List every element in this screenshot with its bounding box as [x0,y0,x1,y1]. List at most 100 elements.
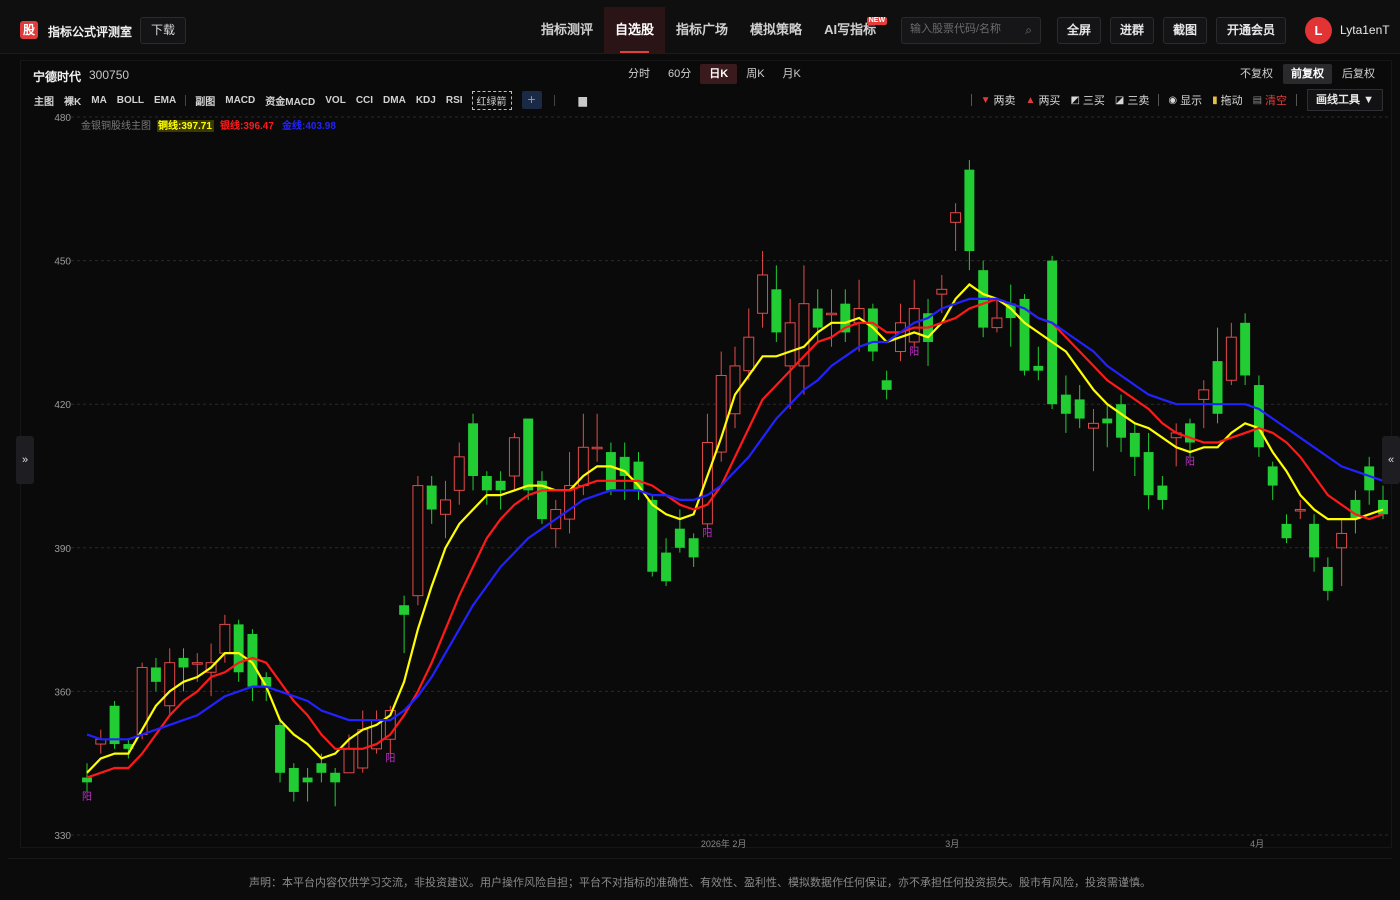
tab-forward-adjust[interactable]: 前复权 [1283,64,1332,84]
indicator-fund-macd[interactable]: 资金MACD [260,93,320,108]
nav-ai-indicator[interactable]: AI写指标 NEW [813,7,888,53]
draw-tools-dropdown[interactable]: 画线工具 ▼ [1307,89,1383,111]
nav-indicator-review[interactable]: 指标测评 [530,7,604,53]
candle-body [991,317,1003,329]
candle-body [164,662,176,707]
tool-drag[interactable]: ▮ 拖动 [1207,92,1248,108]
candle-body [1198,389,1210,400]
avatar[interactable]: L [1305,17,1332,44]
candle-body [440,499,451,515]
indicator-kdj[interactable]: KDJ [411,95,441,106]
tool-three-buy[interactable]: ◩ 三买 [1065,92,1109,108]
tool-two-sell[interactable]: ▼ 两卖 [976,92,1021,108]
app-logo[interactable]: 股 [20,21,38,39]
candle-body [1212,361,1223,414]
tab-backward-adjust[interactable]: 后复权 [1334,64,1383,84]
tool-two-buy[interactable]: ▲ 两买 [1021,92,1066,108]
kline-chart[interactable]: 4804504203903603302026年 2月 3月 4月阳阳阳阳阳金银铜股线… [21,113,1393,849]
search-icon[interactable]: ⌕ [1025,23,1032,38]
candle-body [150,667,161,682]
indicator-main[interactable]: 主图 [29,93,59,108]
tab-daily[interactable]: 日K [700,64,738,84]
candle-body [591,446,603,450]
indicator-dma[interactable]: DMA [378,95,411,106]
expand-left-tab[interactable]: » [16,436,34,484]
tab-monthly[interactable]: 月K [774,64,810,84]
candle-body [1116,404,1127,438]
x-tick-label: 3月 [945,839,959,849]
candle-body [1143,452,1154,496]
x-tick-label: 4月 [1250,839,1264,849]
candle-body [1157,485,1168,500]
candle-body [1281,523,1292,539]
indicator-red-green-arrow[interactable]: 红绿箭 [471,90,512,110]
app-title[interactable]: 指标公式评测室 [48,23,132,40]
candle-body [619,456,630,476]
indicator-rsi[interactable]: RSI [441,95,468,106]
save-icon[interactable]: ▆ [579,94,587,107]
search-input[interactable] [910,23,1020,35]
new-badge: NEW [866,17,888,25]
signal-label: 阳 [702,528,712,540]
screenshot-button[interactable]: 截图 [1163,17,1207,44]
indicator-sub[interactable]: 副图 [190,93,220,108]
tool-show[interactable]: ◉ 显示 [1163,92,1207,108]
candle-body [1102,418,1113,424]
x-tick-label: 2026年 2月 [701,838,747,849]
add-indicator-button[interactable]: + [521,91,542,109]
candle-body [881,380,892,390]
tool-three-sell[interactable]: ◪ 三卖 [1110,92,1154,108]
tab-weekly[interactable]: 周K [737,64,773,84]
y-tick-label: 390 [54,544,71,555]
tab-no-adjust[interactable]: 不复权 [1232,64,1281,84]
candle-body [950,212,962,223]
indicator-macd[interactable]: MACD [220,95,260,106]
diagonal-icon: ◪ [1114,94,1125,106]
candle-body [1294,509,1306,512]
nav-watchlist[interactable]: 自选股 [604,7,666,53]
divider [970,94,972,106]
trash-icon: ▤ [1252,94,1263,106]
candle-body [1047,260,1058,405]
tab-intraday[interactable]: 分时 [619,64,659,84]
indicator-ema[interactable]: EMA [149,95,181,106]
nav-indicator-square[interactable]: 指标广场 [665,7,739,53]
candle-body [688,538,699,558]
candle-body [771,289,782,333]
candle-body [743,336,755,372]
disclaimer: 声明：本平台内容仅供学习交流，非投资建议。用户操作风险自担；平台不对指标的准确性… [249,877,1151,889]
stock-search[interactable]: ⌕ [901,17,1041,44]
tool-clear[interactable]: ▤ 清空 [1248,92,1292,108]
y-tick-label: 480 [54,113,71,124]
legend-item: 银线:396.47 [220,119,274,132]
top-bar: 股 指标公式评测室 下载 指标测评 自选股 指标广场 模拟策略 AI写指标 NEW… [0,0,1400,54]
indicator-bare-k[interactable]: 裸K [59,93,86,108]
candle-body [1322,566,1333,591]
divider [1296,94,1298,106]
fullscreen-button[interactable]: 全屏 [1057,17,1101,44]
indicator-ma[interactable]: MA [86,95,112,106]
candle-body [1060,394,1071,414]
y-tick-label: 420 [54,400,71,411]
candle-body [508,437,520,477]
join-group-button[interactable]: 进群 [1110,17,1154,44]
indicator-boll[interactable]: BOLL [112,95,149,106]
candle-body [1336,532,1348,549]
tab-60min[interactable]: 60分 [659,64,700,84]
candle-body [1309,523,1320,558]
vip-button[interactable]: 开通会员 [1216,17,1286,44]
expand-right-tab[interactable]: « [1382,436,1400,484]
candle-body [288,767,299,792]
nav-simulated-strategy[interactable]: 模拟策略 [739,7,813,53]
username[interactable]: Lyta1enT [1340,23,1390,37]
download-button[interactable]: 下载 [140,17,187,44]
candle-body [219,623,231,654]
adjust-tabs: 不复权 前复权 后复权 [1230,64,1383,84]
candle-body [1033,365,1044,371]
candle-body [302,777,313,783]
candle-body [399,605,410,615]
candle-body [481,476,492,491]
divider [1158,94,1160,106]
indicator-cci[interactable]: CCI [351,95,378,106]
indicator-vol[interactable]: VOL [320,95,351,106]
